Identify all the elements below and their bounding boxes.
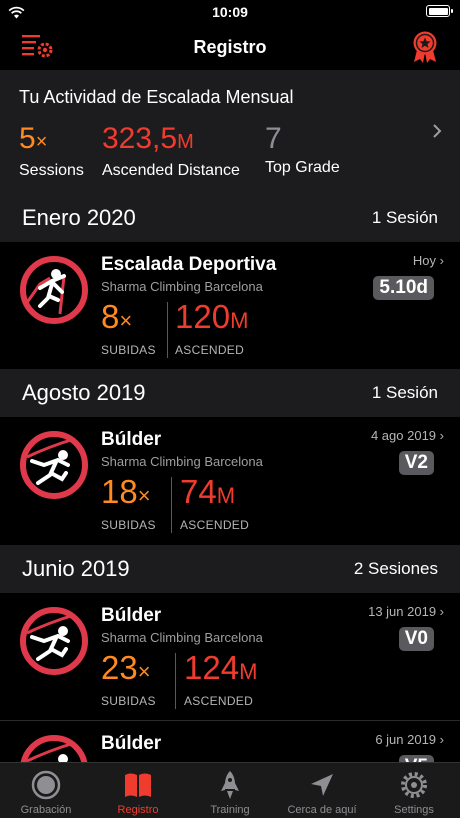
distance-unit: M xyxy=(177,131,194,153)
climbs-label: SUBIDAS xyxy=(101,518,156,532)
battery-icon xyxy=(426,5,453,17)
grade-stat: 7 Top Grade xyxy=(265,122,340,177)
nav-bar: Registro xyxy=(0,26,460,70)
tab-label: Training xyxy=(210,804,250,816)
section-month: Junio 2019 xyxy=(22,556,130,581)
session-card[interactable]: Búlder Sharma Climbing Barcelona 13 jun … xyxy=(0,593,460,720)
sessions-unit: × xyxy=(35,131,48,153)
tab-label: Registro xyxy=(117,804,159,816)
ascended-value: 124M xyxy=(184,649,258,686)
section-count: 1 Sesión xyxy=(371,383,438,402)
grade-badge: V0 xyxy=(398,627,434,651)
tab-cerca[interactable]: Cerca de aquí xyxy=(276,763,368,818)
chevron-right-icon xyxy=(433,124,442,138)
tab-label: Cerca de aquí xyxy=(287,804,357,816)
ascended-value: 120M xyxy=(175,298,249,335)
boulder-icon xyxy=(20,431,88,499)
tab-training[interactable]: Training xyxy=(184,763,276,818)
card-gym: Sharma Climbing Barcelona xyxy=(101,279,263,294)
card-title: Búlder xyxy=(101,429,162,450)
section-month: Enero 2020 xyxy=(22,205,136,230)
stat-divider xyxy=(175,653,176,709)
status-bar: 10:09 xyxy=(0,0,460,26)
record-icon xyxy=(31,770,61,800)
summary-title: Tu Actividad de Escalada Mensual xyxy=(19,87,294,107)
climbs-value: 8× xyxy=(101,298,133,335)
session-card[interactable]: Escalada Deportiva Sharma Climbing Barce… xyxy=(0,242,460,369)
rocket-icon xyxy=(221,771,239,799)
ascended-label: ASCENDED xyxy=(184,694,254,708)
monthly-summary[interactable]: Tu Actividad de Escalada Mensual 5× Sess… xyxy=(0,70,460,194)
climbs-value: 23× xyxy=(101,649,151,686)
gear-icon xyxy=(401,772,427,798)
card-gym: Sharma Climbing Barcelona xyxy=(101,454,263,469)
card-title: Búlder xyxy=(101,605,162,626)
climbs-label: SUBIDAS xyxy=(101,694,156,708)
distance-stat: 323,5M Ascended Distance xyxy=(102,122,240,180)
card-title: Búlder xyxy=(101,733,162,754)
grade-value: 7 xyxy=(265,122,282,155)
tab-registro[interactable]: Registro xyxy=(92,763,184,818)
climbs-label: SUBIDAS xyxy=(101,343,156,357)
badge-award-icon[interactable] xyxy=(410,30,440,64)
sessions-label: Sessions xyxy=(19,162,84,179)
climbs-value: 18× xyxy=(101,473,151,510)
card-date: 4 ago 2019 › xyxy=(370,428,444,443)
tab-grabacion[interactable]: Grabación xyxy=(0,763,92,818)
boulder-icon xyxy=(20,735,88,762)
grade-label: Top Grade xyxy=(265,159,340,176)
boulder-icon xyxy=(20,607,88,675)
section-header-month: Agosto 2019 1 Sesión xyxy=(0,369,460,417)
card-date: Hoy › xyxy=(412,253,444,268)
stat-divider xyxy=(171,477,172,533)
grade-badge: V2 xyxy=(398,451,434,475)
location-arrow-icon xyxy=(311,774,333,796)
book-icon xyxy=(125,773,151,797)
tab-label: Settings xyxy=(394,804,434,816)
grade-badge: 5.10d xyxy=(373,276,434,300)
distance-value: 323,5 xyxy=(102,122,178,155)
tab-settings[interactable]: Settings xyxy=(368,763,460,818)
stat-divider xyxy=(167,302,168,358)
distance-label: Ascended Distance xyxy=(102,162,240,179)
section-header-month: Junio 2019 2 Sesiones xyxy=(0,545,460,593)
session-card[interactable]: Búlder Sharma Climbing Barcelona 4 ago 2… xyxy=(0,417,460,545)
ascended-label: ASCENDED xyxy=(175,343,245,357)
section-count: 2 Sesiones xyxy=(353,559,438,578)
sessions-stat: 5× Sessions xyxy=(19,122,84,180)
tab-label: Grabación xyxy=(20,804,72,816)
card-date: 13 jun 2019 › xyxy=(368,604,444,619)
grade-badge: V5 xyxy=(398,755,434,762)
sport-climb-icon xyxy=(20,256,88,324)
section-month: Agosto 2019 xyxy=(22,380,146,405)
status-time: 10:09 xyxy=(212,4,248,20)
section-count: 1 Sesión xyxy=(371,208,438,227)
tab-bar: Grabación Registro Training Cerca de aqu… xyxy=(0,762,460,818)
card-gym: Sharma Climbing Barcelona xyxy=(101,630,263,645)
card-date: 6 jun 2019 › xyxy=(375,732,444,747)
sessions-value: 5 xyxy=(19,122,36,155)
page-title: Registro xyxy=(193,37,267,57)
card-title: Escalada Deportiva xyxy=(101,254,277,275)
ascended-label: ASCENDED xyxy=(180,518,250,532)
section-header-month: Enero 2020 1 Sesión xyxy=(0,194,460,242)
session-card[interactable]: Búlder 6 jun 2019 › V5 xyxy=(0,720,460,762)
ascended-value: 74M xyxy=(180,473,236,510)
